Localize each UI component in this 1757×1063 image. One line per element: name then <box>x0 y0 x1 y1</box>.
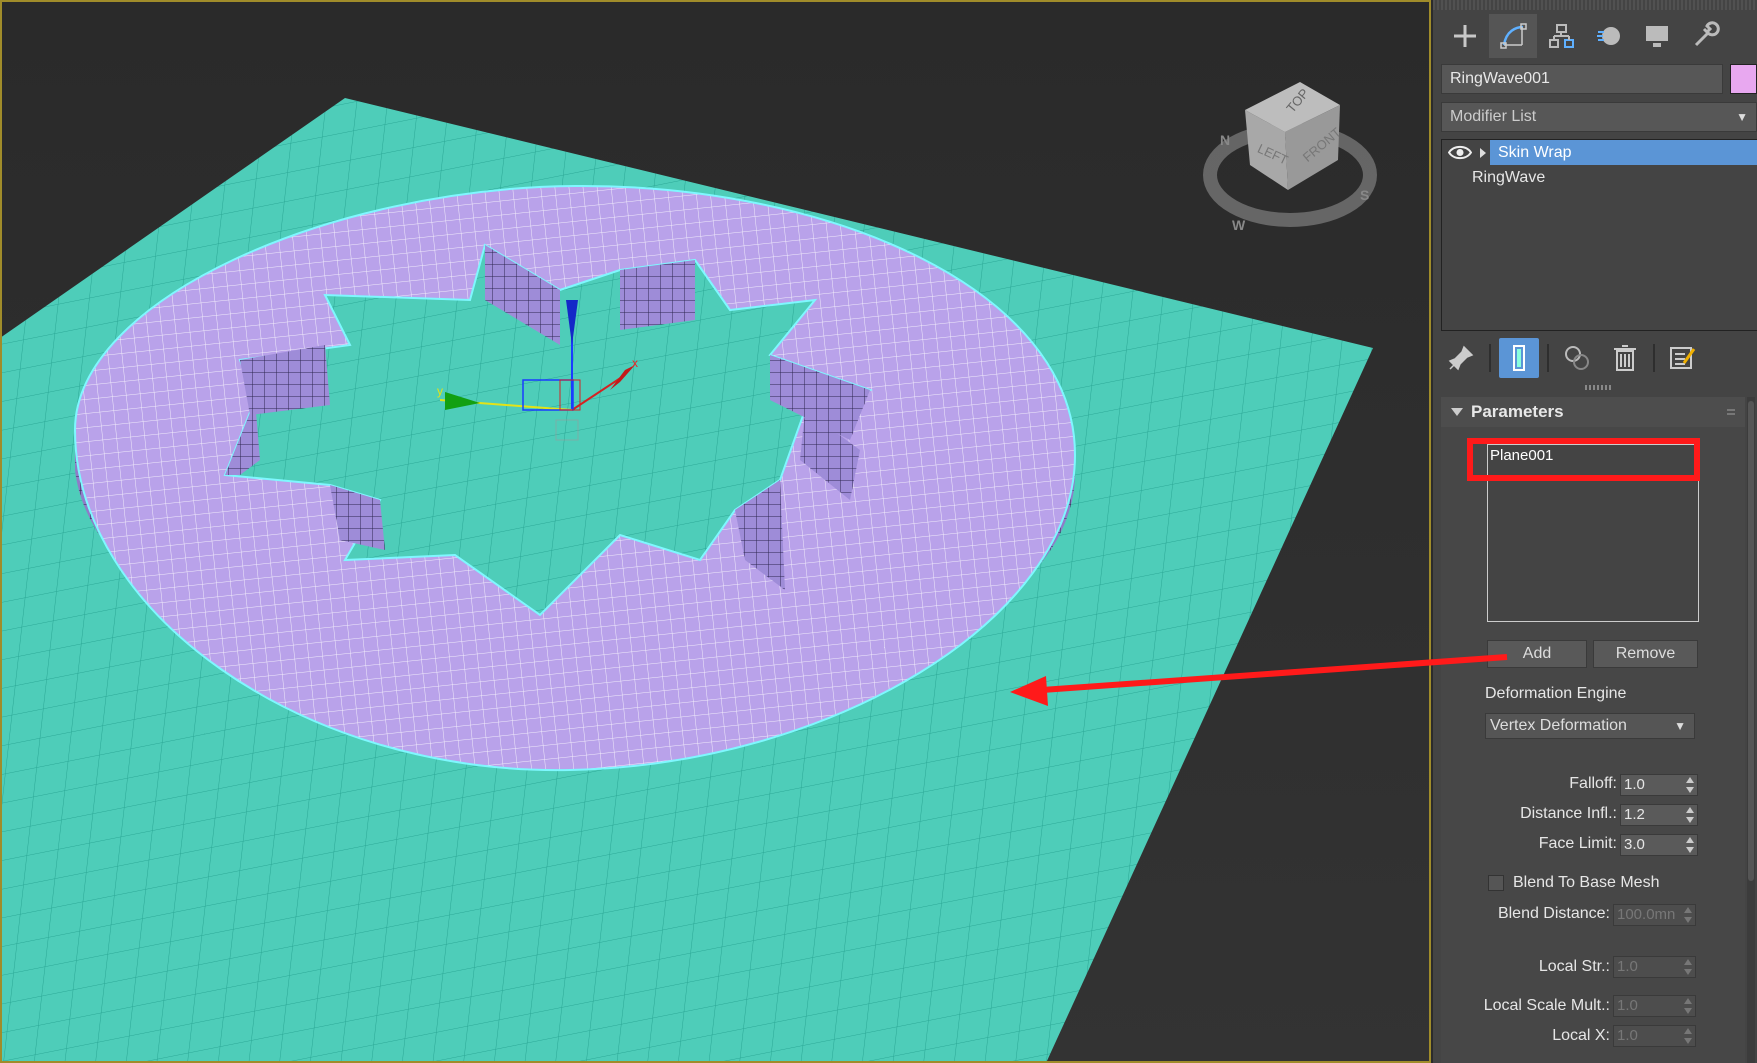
local-scale-mult-label: Local Scale Mult.: <box>1483 997 1610 1014</box>
tab-motion[interactable] <box>1585 14 1633 58</box>
falloff-spinner[interactable]: 1.0 <box>1620 774 1698 796</box>
show-end-result-button[interactable] <box>1499 338 1539 378</box>
chevron-down-icon: ▼ <box>1674 719 1686 733</box>
toolbar-separator <box>1489 344 1491 372</box>
spinner-arrows-icon[interactable] <box>1686 777 1694 793</box>
local-str-spinner: 1.0 <box>1613 956 1696 978</box>
pin-stack-button[interactable] <box>1441 338 1481 378</box>
deformation-engine-value: Vertex Deformation <box>1490 717 1627 734</box>
wrench-icon <box>1694 21 1720 47</box>
hierarchy-icon <box>1549 24 1574 48</box>
distance-infl-spinner[interactable]: 1.2 <box>1620 804 1698 826</box>
stack-item-label: Skin Wrap <box>1490 140 1757 165</box>
compass-north-label: N <box>1220 132 1230 148</box>
local-x-value: 1.0 <box>1617 1027 1638 1044</box>
compass-south-label: S <box>1360 187 1369 203</box>
tab-create[interactable] <box>1441 14 1489 58</box>
falloff-value: 1.0 <box>1624 776 1645 793</box>
make-unique-button[interactable] <box>1557 338 1597 378</box>
deformation-engine-label: Deformation Engine <box>1485 685 1627 702</box>
stack-toolbar <box>1433 334 1757 382</box>
blend-distance-spinner: 100.0mn <box>1613 904 1696 926</box>
toolbar-separator <box>1547 344 1549 372</box>
modifier-list-label: Modifier List <box>1450 108 1537 125</box>
remove-modifier-icon <box>1614 345 1636 371</box>
blend-distance-label: Blend Distance: <box>1497 905 1610 922</box>
blend-distance-value: 100.0mn <box>1617 906 1676 923</box>
distance-infl-value: 1.2 <box>1624 806 1645 823</box>
compass-west-label: W <box>1232 217 1246 233</box>
panel-splitter[interactable] <box>1585 385 1611 390</box>
deformation-engine-dropdown[interactable]: Vertex Deformation ▼ <box>1485 713 1695 739</box>
distance-infl-label: Distance Infl.: <box>1520 805 1617 822</box>
scene-3d[interactable]: x y TOP LEFT FRONT N W S <box>0 0 1431 1063</box>
collapse-caret-icon <box>1451 408 1463 416</box>
spinner-arrows-icon <box>1684 998 1692 1014</box>
modify-curve-icon <box>1500 23 1527 49</box>
falloff-label: Falloff: <box>1569 775 1617 792</box>
viewcube[interactable]: TOP LEFT FRONT N W S <box>1203 82 1377 233</box>
panel-scrollbar[interactable] <box>1747 397 1755 1063</box>
local-x-label: Local X: <box>1552 1027 1610 1044</box>
object-color-swatch[interactable] <box>1730 64 1757 94</box>
modifier-list-dropdown[interactable]: Modifier List ▼ <box>1441 102 1757 132</box>
spinner-arrows-icon[interactable] <box>1686 807 1694 823</box>
tab-modify[interactable] <box>1489 14 1537 58</box>
spinner-arrows-icon <box>1684 907 1692 923</box>
eye-icon[interactable] <box>1448 144 1472 161</box>
face-limit-spinner[interactable]: 3.0 <box>1620 834 1698 856</box>
toolbar-separator <box>1653 344 1655 372</box>
scrollbar-thumb[interactable] <box>1748 401 1754 881</box>
object-name-field[interactable]: RingWave001 <box>1441 64 1723 94</box>
perspective-viewport[interactable]: x y TOP LEFT FRONT N W S <box>0 0 1431 1063</box>
monitor-icon <box>1646 26 1668 47</box>
annotation-highlight-box <box>1467 438 1700 481</box>
blend-to-base-mesh-checkbox[interactable] <box>1488 875 1504 891</box>
tab-display[interactable] <box>1633 14 1681 58</box>
plus-icon <box>1454 25 1476 47</box>
command-panel-tabs <box>1433 14 1757 58</box>
y-axis-label: y <box>437 384 443 398</box>
motion-sphere-icon <box>1597 27 1620 45</box>
remove-modifier-button[interactable] <box>1605 338 1645 378</box>
local-scale-mult-spinner: 1.0 <box>1613 995 1696 1017</box>
blend-to-base-mesh-label: Blend To Base Mesh <box>1513 874 1660 891</box>
spinner-arrows-icon <box>1684 1028 1692 1044</box>
spinner-arrows-icon <box>1684 959 1692 975</box>
rollout-title: Parameters <box>1471 402 1564 421</box>
configure-sets-icon <box>1670 347 1696 369</box>
tab-hierarchy[interactable] <box>1537 14 1585 58</box>
local-scale-mult-value: 1.0 <box>1617 997 1638 1014</box>
face-limit-value: 3.0 <box>1624 836 1645 853</box>
local-str-value: 1.0 <box>1617 958 1638 975</box>
make-unique-icon <box>1565 346 1589 370</box>
command-panel: RingWave001 Modifier List ▼ Skin Wrap Ri… <box>1431 0 1757 1063</box>
face-limit-label: Face Limit: <box>1538 835 1617 852</box>
pin-stack-icon <box>1448 345 1474 371</box>
stack-item-skin-wrap[interactable]: Skin Wrap <box>1442 140 1757 165</box>
local-x-spinner: 1.0 <box>1613 1025 1696 1047</box>
remove-button[interactable]: Remove <box>1593 640 1698 668</box>
panel-grip[interactable] <box>1433 0 1757 10</box>
add-button[interactable]: Add <box>1487 640 1587 668</box>
modifier-stack[interactable]: Skin Wrap RingWave <box>1441 139 1757 331</box>
parameters-rollout: Parameters Plane001 Add Remove Deformati… <box>1441 397 1745 1063</box>
local-str-label: Local Str.: <box>1538 958 1610 975</box>
spinner-arrows-icon[interactable] <box>1686 837 1694 853</box>
show-end-result-icon <box>1513 345 1525 371</box>
stack-item-ringwave[interactable]: RingWave <box>1442 165 1757 190</box>
expand-triangle-icon[interactable] <box>1480 148 1486 158</box>
cutout-wall <box>620 260 695 330</box>
tab-utilities[interactable] <box>1681 14 1729 58</box>
x-axis-label: x <box>632 356 638 370</box>
configure-modifier-sets-button[interactable] <box>1663 338 1703 378</box>
parameters-rollout-header[interactable]: Parameters <box>1441 397 1745 427</box>
chevron-down-icon: ▼ <box>1736 110 1748 124</box>
rollout-grip-icon <box>1727 407 1735 415</box>
